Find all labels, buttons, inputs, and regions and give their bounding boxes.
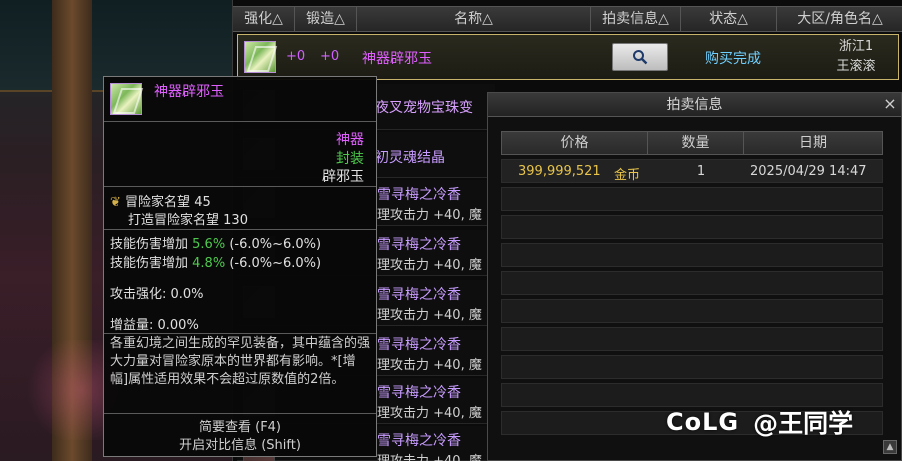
column-header-name[interactable]: 名称△ <box>357 7 591 31</box>
record-price: 399,999,521 <box>518 164 601 179</box>
region-name: 浙江1 <box>838 39 874 54</box>
item-description: 各重幻境之间生成的罕见装备，其中蕴含的强大力量对冒险家原本的世界都有影响。*[增… <box>110 336 371 387</box>
forge-reputation-line: 打造冒险家名望 130 <box>128 209 248 228</box>
reputation-value: 45 <box>194 195 211 210</box>
reputation-label: 冒险家名望 <box>125 195 191 210</box>
reputation-line: ❦ 冒险家名望 45 <box>110 191 211 210</box>
divider <box>104 333 376 334</box>
auction-info-title: 拍卖信息 <box>488 93 901 117</box>
close-icon[interactable]: × <box>881 95 899 113</box>
column-header-auction-info[interactable]: 拍卖信息△ <box>591 7 681 31</box>
item-name: 雪寻梅之冷香 <box>377 187 461 203</box>
record-date: 2025/04/29 14:47 <box>750 164 867 179</box>
column-header-date: 日期 <box>799 135 827 151</box>
item-stat: 理攻击力 +40, 魔 <box>377 406 482 421</box>
item-rarity: 神器 <box>336 132 364 148</box>
laurel-icon: ❦ <box>110 195 121 210</box>
seller-region: 浙江1 王滚滚 <box>816 37 896 77</box>
item-name: 雪寻梅之冷香 <box>377 237 461 253</box>
scroll-up-button[interactable]: ▲ <box>883 440 897 454</box>
item-tooltip: 神器辟邪玉 神器 封装 辟邪玉 ❦ 冒险家名望 45 打造冒险家名望 130 技… <box>103 76 377 457</box>
divider <box>104 121 376 122</box>
item-stat: 理攻击力 +40, 魔 <box>377 308 482 323</box>
record-currency: 金币 <box>614 168 641 183</box>
item-stat: 理攻击力 +40, 魔 <box>377 258 482 273</box>
column-header-strengthen[interactable]: 强化△ <box>233 7 295 31</box>
divider <box>104 186 376 187</box>
item-name: 雪寻梅之冷香 <box>377 385 461 401</box>
skill-damage-line: 技能伤害增加 5.6% (-6.0%~6.0%) <box>110 233 321 252</box>
selected-auction-row[interactable]: +0 +0 神器辟邪玉 购买完成 浙江1 王滚滚 <box>237 34 899 80</box>
empty-record-row <box>501 271 883 295</box>
column-header-price: 价格 <box>502 132 648 154</box>
skill-damage-value: 4.8% <box>192 256 226 271</box>
colg-logo: CoLG <box>666 408 740 436</box>
buff-amount-line: 增益量: 0.00% <box>110 318 199 333</box>
item-name: 雪寻梅之冷香 <box>377 433 461 449</box>
search-icon <box>633 50 648 65</box>
empty-record-row <box>501 355 883 379</box>
skill-damage-label: 技能伤害增加 <box>110 237 189 252</box>
skill-damage-line: 技能伤害增加 4.8% (-6.0%~6.0%) <box>110 252 321 271</box>
divider <box>104 413 376 414</box>
item-name: 雪寻梅之冷香 <box>377 287 461 303</box>
item-name: 雪寻梅之冷香 <box>377 337 461 353</box>
watermark-author: @王同学 <box>753 409 854 438</box>
jade-item-icon <box>244 41 276 73</box>
forge-reputation-value: 130 <box>223 213 248 228</box>
quick-view-hint: 简要查看 (F4) <box>198 420 282 435</box>
empty-record-row <box>501 187 883 211</box>
jade-item-icon <box>110 83 142 115</box>
skill-damage-range: (-6.0%~6.0%) <box>229 237 322 252</box>
auction-list-header: 强化△ 锻造△ 名称△ 拍卖信息△ 状态△ 大区/角色名△ <box>233 6 902 32</box>
attack-enhance-line: 攻击强化: 0.0% <box>110 287 204 302</box>
item-seal-status: 封装 <box>336 151 364 167</box>
record-quantity: 1 <box>696 164 706 179</box>
skill-damage-label: 技能伤害增加 <box>110 256 189 271</box>
watermark: CoLG @王同学 <box>666 402 853 442</box>
purchase-status: 购买完成 <box>705 51 761 67</box>
item-type: 辟邪玉 <box>322 169 364 185</box>
empty-record-row <box>501 243 883 267</box>
empty-record-row <box>501 299 883 323</box>
column-header-forge[interactable]: 锻造△ <box>295 7 357 31</box>
item-name: 神器辟邪玉 <box>362 51 432 67</box>
forge-value: +0 <box>320 49 340 64</box>
item-name: 夜叉宠物宝珠变 <box>375 100 473 116</box>
column-header-quantity: 数量 <box>648 132 744 154</box>
item-name: 初灵魂结晶 <box>375 150 445 166</box>
skill-damage-range: (-6.0%~6.0%) <box>229 256 322 271</box>
column-header-region[interactable]: 大区/角色名△ <box>777 7 902 31</box>
item-stat: 理攻击力 +40, 魔 <box>377 450 482 461</box>
item-stat: 理攻击力 +40, 魔 <box>377 208 482 223</box>
item-stat: 理攻击力 +40, 魔 <box>377 358 482 373</box>
empty-record-row <box>501 327 883 351</box>
auction-record-row: 399,999,521 金币 1 2025/04/29 14:47 <box>501 159 883 183</box>
character-name: 王滚滚 <box>836 59 876 74</box>
forge-reputation-label: 打造冒险家名望 <box>128 213 220 228</box>
tooltip-item-name: 神器辟邪玉 <box>154 84 224 100</box>
skill-damage-value: 5.6% <box>192 237 226 252</box>
strengthen-value: +0 <box>286 49 306 64</box>
empty-record-row <box>501 215 883 239</box>
auction-info-search-button[interactable] <box>612 43 668 71</box>
column-header-status[interactable]: 状态△ <box>681 7 777 31</box>
compare-hint: 开启对比信息 (Shift) <box>179 438 301 453</box>
auction-info-table-header: 价格 数量 日期 <box>501 131 883 155</box>
divider <box>104 229 376 230</box>
